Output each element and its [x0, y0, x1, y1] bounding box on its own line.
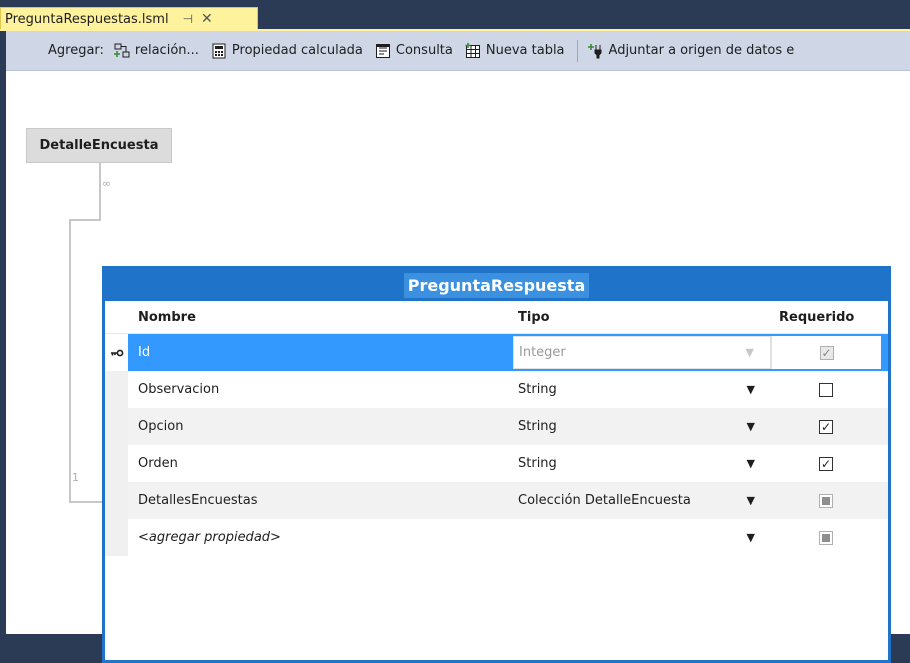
computed-property-icon: [212, 43, 226, 58]
property-name[interactable]: Orden: [128, 456, 513, 471]
key-icon: [105, 334, 128, 371]
property-type-select[interactable]: String ▼: [513, 445, 771, 482]
required-cell: ✓: [771, 336, 881, 369]
relationship-connector[interactable]: [99, 163, 101, 221]
query-icon: [375, 43, 390, 58]
row-header-corner: [105, 301, 128, 333]
designer-toolbar: Agregar: relación... Propiedad calculada…: [6, 31, 910, 71]
chevron-down-icon[interactable]: ▼: [747, 383, 755, 396]
property-type-value: String: [518, 456, 557, 471]
chevron-down-icon[interactable]: ▼: [747, 457, 755, 470]
relationship-connector-horizontal-bottom: [69, 501, 104, 503]
property-name[interactable]: DetallesEncuestas: [128, 493, 513, 508]
required-checkbox[interactable]: ✓: [819, 419, 833, 434]
property-name[interactable]: Observacion: [128, 382, 513, 397]
required-cell: ✓: [771, 408, 881, 445]
row-header: [105, 445, 128, 482]
relationship-connector-vertical: [69, 219, 71, 503]
attach-datasource-label: Adjuntar a origen de datos e: [608, 43, 795, 58]
required-checkbox[interactable]: [819, 382, 833, 397]
multiplicity-one: 1: [72, 471, 79, 484]
toolbar-separator: [576, 39, 578, 62]
computed-property-button[interactable]: Propiedad calculada: [211, 43, 363, 59]
property-row-orden[interactable]: Orden String ▼ ✓: [105, 445, 888, 482]
document-tab[interactable]: PreguntaRespuestas.lsml ⊣ ✕: [0, 7, 258, 30]
property-type-select: Integer ▼: [513, 336, 771, 369]
required-cell: [771, 371, 881, 408]
relationship-connector-horizontal-top: [69, 219, 101, 221]
grid-header: Nombre Tipo Requerido: [105, 301, 888, 334]
attach-datasource-icon: [587, 43, 602, 58]
chevron-down-icon[interactable]: ▼: [747, 420, 755, 433]
document-tabstrip: PreguntaRespuestas.lsml ⊣ ✕: [0, 0, 910, 31]
chevron-down-icon[interactable]: ▼: [747, 494, 755, 507]
add-property-input[interactable]: <agregar propiedad>: [128, 530, 513, 545]
property-type-select[interactable]: String ▼: [513, 408, 771, 445]
column-header-required: Requerido: [779, 309, 855, 325]
column-header-name: Nombre: [138, 309, 196, 325]
add-relationship-button[interactable]: relación...: [113, 43, 199, 59]
related-entity-detalleencuesta[interactable]: DetalleEncuesta: [26, 128, 172, 163]
entity-preguntarespuesta[interactable]: PreguntaRespuesta Nombre Tipo Requerido …: [102, 266, 891, 663]
new-table-icon: [465, 42, 480, 58]
attach-datasource-button[interactable]: Adjuntar a origen de datos e: [587, 43, 795, 59]
property-type-select[interactable]: ▼: [513, 519, 771, 556]
computed-property-label: Propiedad calculada: [231, 43, 363, 58]
property-name[interactable]: Id: [128, 345, 513, 360]
designer-canvas[interactable]: DetalleEncuesta ∞ 1 PreguntaRespuesta No…: [6, 71, 910, 663]
designer-frame: Agregar: relación... Propiedad calculada…: [6, 31, 910, 663]
property-row-add[interactable]: <agregar propiedad> ▼: [105, 519, 888, 556]
property-type-value: Colección DetalleEncuesta: [518, 493, 691, 508]
property-row-detallesencuestas[interactable]: DetallesEncuestas Colección DetalleEncue…: [105, 482, 888, 519]
add-relationship-label: relación...: [134, 43, 199, 58]
property-row-id[interactable]: Id Integer ▼ ✓: [105, 334, 888, 371]
property-type-value: Integer: [519, 345, 566, 360]
required-checkbox: ✓: [819, 345, 834, 360]
query-label: Consulta: [395, 43, 453, 58]
property-type-value: String: [518, 382, 557, 397]
multiplicity-many: ∞: [102, 177, 112, 190]
required-cell: ✓: [771, 445, 881, 482]
property-name[interactable]: Opcion: [128, 419, 513, 434]
required-checkbox[interactable]: [819, 530, 833, 545]
property-row-opcion[interactable]: Opcion String ▼ ✓: [105, 408, 888, 445]
entity-header: PreguntaRespuesta: [105, 269, 888, 301]
entity-title[interactable]: PreguntaRespuesta: [403, 272, 590, 298]
close-icon[interactable]: ✕: [201, 11, 213, 27]
required-cell: [771, 482, 881, 519]
new-table-button[interactable]: Nueva tabla: [465, 42, 565, 59]
tab-title: PreguntaRespuestas.lsml: [5, 11, 169, 27]
add-relationship-icon: [113, 43, 130, 57]
toolbar-add-label: Agregar:: [48, 43, 104, 58]
row-header: [105, 371, 128, 408]
row-header: [105, 482, 128, 519]
required-checkbox[interactable]: ✓: [819, 456, 833, 471]
property-row-observacion[interactable]: Observacion String ▼: [105, 371, 888, 408]
required-cell: [771, 519, 881, 556]
column-header-type: Tipo: [518, 309, 550, 325]
property-type-value: String: [518, 419, 557, 434]
chevron-down-icon[interactable]: ▼: [747, 531, 755, 544]
new-table-label: Nueva tabla: [485, 43, 565, 58]
properties-grid: Nombre Tipo Requerido Id Integer ▼ ✓ Obse…: [105, 301, 888, 556]
row-header: [105, 408, 128, 445]
property-type-select[interactable]: Colección DetalleEncuesta ▼: [513, 482, 771, 519]
chevron-down-icon: ▼: [745, 346, 754, 359]
row-filler: [881, 334, 888, 371]
required-checkbox[interactable]: [819, 493, 833, 508]
query-button[interactable]: Consulta: [375, 43, 453, 59]
row-header: [105, 519, 128, 556]
pin-icon[interactable]: ⊣: [183, 12, 193, 26]
property-type-select[interactable]: String ▼: [513, 371, 771, 408]
